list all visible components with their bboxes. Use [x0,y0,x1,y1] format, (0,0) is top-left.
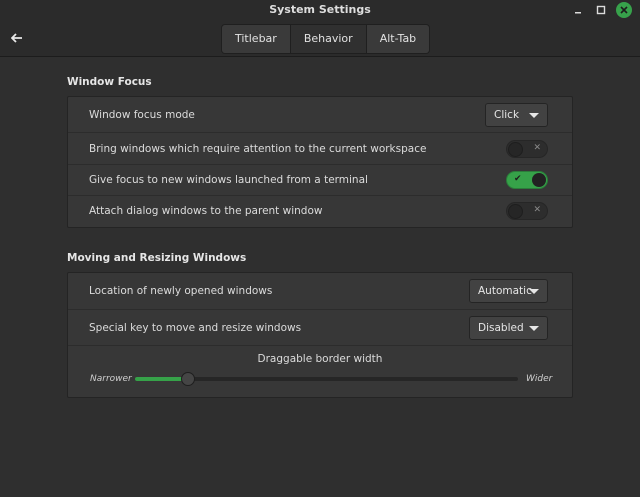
tab-titlebar[interactable]: Titlebar [222,25,291,53]
check-icon: ✔ [514,174,522,184]
tab-alt-tab[interactable]: Alt-Tab [366,25,430,53]
window-location-label: Location of newly opened windows [89,285,273,297]
attach-dialog-toggle[interactable]: ✕ [506,202,548,220]
attach-dialog-label: Attach dialog windows to the parent wind… [89,205,323,217]
border-width-label: Draggable border width [257,353,383,365]
header-bar: System Settings Titlebar Behavior Alt-Ta… [0,0,640,57]
window-location-dropdown[interactable]: Automatic [469,279,548,303]
minimize-button[interactable] [570,2,586,18]
tab-behavior[interactable]: Behavior [290,25,367,53]
chevron-down-icon [529,113,539,118]
toggle-knob [508,204,523,219]
focus-terminal-label: Give focus to new windows launched from … [89,174,368,186]
toggle-knob [508,142,523,157]
cross-icon: ✕ [533,143,541,153]
focus-terminal-toggle[interactable]: ✔ [506,171,548,189]
maximize-icon [596,5,606,15]
close-button[interactable] [616,2,632,18]
special-key-label: Special key to move and resize windows [89,322,302,334]
bring-attention-toggle[interactable]: ✕ [506,140,548,158]
window-focus-panel: Window focus mode Click Bring windows wh… [67,96,573,228]
minimize-icon [575,12,581,14]
close-icon [620,6,628,14]
focus-mode-value: Click [494,109,520,121]
special-key-dropdown[interactable]: Disabled [469,316,548,340]
toggle-knob [532,173,546,187]
section-title-window-focus: Window Focus [67,76,152,88]
back-button[interactable] [8,29,26,47]
slider-fill [135,377,187,381]
chevron-down-icon [529,289,539,294]
row-bring-attention: Bring windows which require attention to… [68,132,572,165]
section-title-moving-resizing: Moving and Resizing Windows [67,252,247,264]
moving-resizing-panel: Location of newly opened windows Automat… [67,272,573,398]
focus-mode-label: Window focus mode [89,109,195,121]
row-border-width: Draggable border width Narrower Wider [68,345,572,398]
special-key-value: Disabled [478,322,524,334]
slider-max-label: Wider [526,374,553,384]
cross-icon: ✕ [533,205,541,215]
border-width-slider[interactable] [135,372,518,386]
chevron-down-icon [529,326,539,331]
window-location-value: Automatic [478,285,532,297]
row-focus-mode: Window focus mode Click [68,97,572,132]
tab-bar: Titlebar Behavior Alt-Tab [221,24,431,54]
slider-min-label: Narrower [90,374,132,384]
maximize-button[interactable] [593,2,609,18]
row-special-key: Special key to move and resize windows D… [68,309,572,346]
bring-attention-label: Bring windows which require attention to… [89,143,427,155]
row-attach-dialog: Attach dialog windows to the parent wind… [68,195,572,228]
slider-thumb[interactable] [180,372,195,386]
window-title: System Settings [269,3,371,16]
back-arrow-icon [11,33,22,43]
focus-mode-dropdown[interactable]: Click [485,103,548,127]
row-window-location: Location of newly opened windows Automat… [68,273,572,309]
row-focus-terminal: Give focus to new windows launched from … [68,164,572,196]
